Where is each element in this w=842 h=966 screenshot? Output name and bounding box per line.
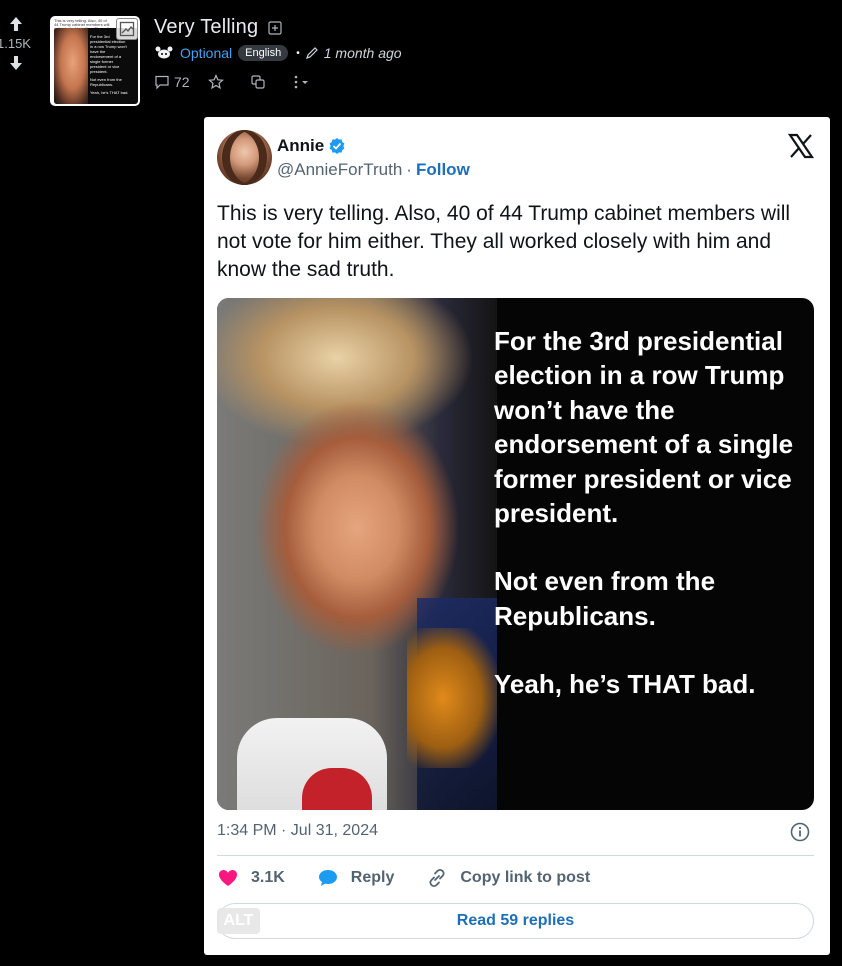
post-meta-row: Optional English • 1 month ago [154, 45, 402, 61]
downvote-arrow-icon[interactable] [8, 55, 24, 71]
vote-column: 1.15K [0, 16, 32, 71]
post-title[interactable]: Very Telling [154, 16, 258, 39]
author-name: Annie [277, 136, 325, 155]
tweet-timestamp[interactable]: 1:34 PM · Jul 31, 2024 [217, 822, 378, 840]
portrait-tie [302, 768, 372, 810]
heart-icon [219, 870, 237, 886]
tweet-actions: 3.1K Reply Copy link to post [217, 867, 622, 889]
thumbnail-tweet-text: This is very telling. Also, 40 of 44 Tru… [54, 18, 110, 39]
chevron-down-icon [301, 81, 308, 84]
more-dots-icon [294, 75, 297, 89]
avatar[interactable] [217, 130, 272, 185]
tweet-handle-row: @AnnieForTruth · Follow [277, 160, 470, 180]
edited-pencil-icon [305, 47, 318, 59]
info-icon[interactable] [790, 822, 810, 842]
tweet-image[interactable]: For the 3rd presidential election in a r… [217, 298, 814, 810]
image-overlay-text: For the 3rd presidential election in a r… [494, 324, 804, 702]
tweet-embed-card[interactable]: Annie @AnnieForTruth · Follow This is very… [204, 117, 830, 955]
image-text-paragraph-1: For the 3rd presidential election in a r… [494, 326, 794, 529]
expand-post-icon[interactable] [268, 20, 282, 35]
reply-button[interactable]: Reply [317, 867, 395, 889]
reply-bubble-icon [318, 870, 337, 886]
post-score: 1.15K [0, 36, 31, 51]
image-expand-icon[interactable] [116, 18, 138, 40]
portrait-background-flag [407, 628, 497, 768]
image-text-paragraph-2: Not even from the Republicans. [494, 566, 716, 631]
read-replies-button[interactable]: Read 59 replies [217, 903, 814, 939]
tweet-author[interactable]: Annie [277, 136, 346, 156]
comment-icon[interactable] [154, 74, 170, 90]
post-thumbnail[interactable]: This is very telling. Also, 40 of 44 Tru… [50, 16, 140, 106]
tweet-text: This is very telling. Also, 40 of 44 Tru… [217, 202, 791, 281]
alt-badge[interactable]: ALT [217, 908, 260, 934]
thumbnail-overlay-text: For the 3rd presidential election in a r… [90, 34, 129, 95]
cross-post-icon[interactable] [250, 74, 266, 90]
upvote-arrow-icon[interactable] [8, 16, 24, 32]
thumbnail-portrait [54, 28, 88, 104]
copy-link-label: Copy link to post [460, 869, 591, 886]
link-icon [429, 868, 445, 888]
community-link[interactable]: Optional [180, 45, 232, 61]
star-icon[interactable] [207, 74, 224, 90]
handle-separator: · [406, 160, 412, 179]
community-icon [155, 46, 173, 59]
like-count: 3.1K [251, 869, 285, 886]
follow-link[interactable]: Follow [416, 160, 470, 179]
author-handle[interactable]: @AnnieForTruth [277, 160, 402, 179]
x-logo-icon[interactable] [788, 133, 814, 159]
copy-link-button[interactable]: Copy link to post [426, 867, 590, 889]
post-time: 1 month ago [323, 45, 402, 61]
more-actions-button[interactable] [292, 74, 310, 90]
language-badge: English [238, 45, 289, 61]
like-button[interactable]: 3.1K [217, 867, 285, 889]
reply-label: Reply [350, 869, 395, 886]
comment-count[interactable]: 72 [174, 74, 190, 90]
meta-separator: • [296, 47, 300, 59]
divider [217, 855, 814, 856]
post-action-row: 72 [154, 74, 310, 90]
image-text-paragraph-3: Yeah, he’s THAT bad. [494, 669, 756, 700]
post-title-row: Very Telling [154, 16, 282, 39]
verified-badge-icon [329, 138, 345, 154]
